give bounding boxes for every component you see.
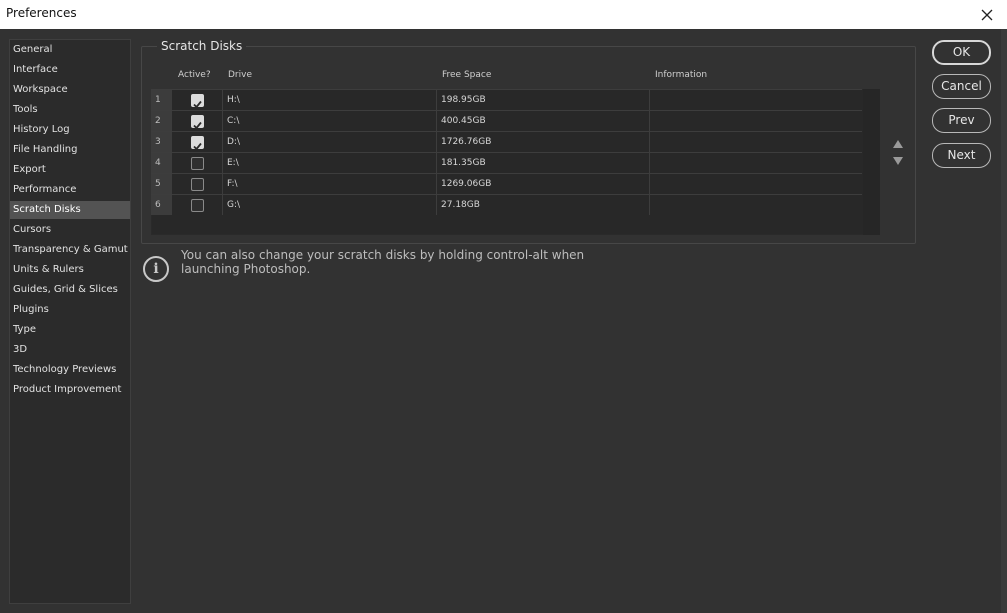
active-checkbox[interactable] xyxy=(191,157,204,170)
sidebar-item-guides-grid-slices[interactable]: Guides, Grid & Slices xyxy=(10,281,130,299)
column-header-drive: Drive xyxy=(228,70,252,80)
preferences-sidebar: General Interface Workspace Tools Histor… xyxy=(9,39,131,604)
row-number: 2 xyxy=(151,111,172,131)
sidebar-item-technology-previews[interactable]: Technology Previews xyxy=(10,361,130,379)
table-row[interactable]: 4 E:\ 181.35GB xyxy=(151,152,862,173)
row-number: 5 xyxy=(151,174,172,194)
reorder-arrows xyxy=(890,136,906,168)
row-number: 1 xyxy=(151,90,172,110)
title-bar: Preferences xyxy=(0,0,1007,29)
table-row[interactable]: 3 D:\ 1726.76GB xyxy=(151,131,862,152)
active-checkbox[interactable] xyxy=(191,199,204,212)
check-icon xyxy=(193,121,202,130)
row-number: 3 xyxy=(151,132,172,152)
sidebar-item-history-log[interactable]: History Log xyxy=(10,121,130,139)
check-icon xyxy=(193,142,202,151)
info-icon: i xyxy=(143,256,169,282)
free-space-cell: 1269.06GB xyxy=(441,179,492,189)
table-row[interactable]: 5 F:\ 1269.06GB xyxy=(151,173,862,194)
row-number: 4 xyxy=(151,153,172,173)
drive-cell: H:\ xyxy=(227,95,240,105)
drive-cell: E:\ xyxy=(227,158,239,168)
table-row[interactable]: 6 G:\ 27.18GB xyxy=(151,194,862,215)
free-space-cell: 198.95GB xyxy=(441,95,486,105)
sidebar-item-transparency-gamut[interactable]: Transparency & Gamut xyxy=(10,241,130,259)
window-title: Preferences xyxy=(6,6,77,20)
drive-cell: G:\ xyxy=(227,200,241,210)
sidebar-item-cursors[interactable]: Cursors xyxy=(10,221,130,239)
table-row[interactable]: 1 H:\ 198.95GB xyxy=(151,89,862,110)
free-space-cell: 27.18GB xyxy=(441,200,480,210)
info-text: You can also change your scratch disks b… xyxy=(181,248,585,276)
drive-cell: F:\ xyxy=(227,179,238,189)
table-row[interactable]: 2 C:\ 400.45GB xyxy=(151,110,862,131)
column-header-free-space: Free Space xyxy=(442,70,492,80)
column-header-information: Information xyxy=(655,70,708,80)
active-checkbox[interactable] xyxy=(191,115,204,130)
ok-button[interactable]: OK xyxy=(932,40,991,65)
free-space-cell: 400.45GB xyxy=(441,116,486,126)
next-button[interactable]: Next xyxy=(932,143,991,168)
sidebar-item-general[interactable]: General xyxy=(10,41,130,59)
column-header-active: Active? xyxy=(178,70,211,80)
row-number: 6 xyxy=(151,195,172,215)
close-button[interactable] xyxy=(967,0,1007,29)
active-checkbox[interactable] xyxy=(191,136,204,151)
move-up-icon[interactable] xyxy=(893,140,903,148)
sidebar-item-plugins[interactable]: Plugins xyxy=(10,301,130,319)
active-checkbox[interactable] xyxy=(191,178,204,191)
prev-button[interactable]: Prev xyxy=(932,108,991,133)
sidebar-item-product-improvement[interactable]: Product Improvement xyxy=(10,381,130,399)
close-icon xyxy=(981,9,993,20)
check-icon xyxy=(193,100,202,109)
free-space-cell: 181.35GB xyxy=(441,158,486,168)
sidebar-item-export[interactable]: Export xyxy=(10,161,130,179)
move-down-icon[interactable] xyxy=(893,157,903,165)
drive-cell: D:\ xyxy=(227,137,240,147)
cancel-button[interactable]: Cancel xyxy=(932,74,991,99)
window-edge-scrollbar[interactable] xyxy=(1001,29,1007,613)
free-space-cell: 1726.76GB xyxy=(441,137,492,147)
active-checkbox[interactable] xyxy=(191,94,204,109)
table-scrollbar[interactable] xyxy=(863,89,880,235)
sidebar-item-interface[interactable]: Interface xyxy=(10,61,130,79)
sidebar-item-performance[interactable]: Performance xyxy=(10,181,130,199)
sidebar-item-tools[interactable]: Tools xyxy=(10,101,130,119)
sidebar-item-workspace[interactable]: Workspace xyxy=(10,81,130,99)
sidebar-item-scratch-disks[interactable]: Scratch Disks xyxy=(10,201,130,219)
drive-cell: C:\ xyxy=(227,116,240,126)
sidebar-item-units-rulers[interactable]: Units & Rulers xyxy=(10,261,130,279)
sidebar-item-file-handling[interactable]: File Handling xyxy=(10,141,130,159)
group-title: Scratch Disks xyxy=(157,39,247,53)
sidebar-item-type[interactable]: Type xyxy=(10,321,130,339)
sidebar-item-3d[interactable]: 3D xyxy=(10,341,130,359)
